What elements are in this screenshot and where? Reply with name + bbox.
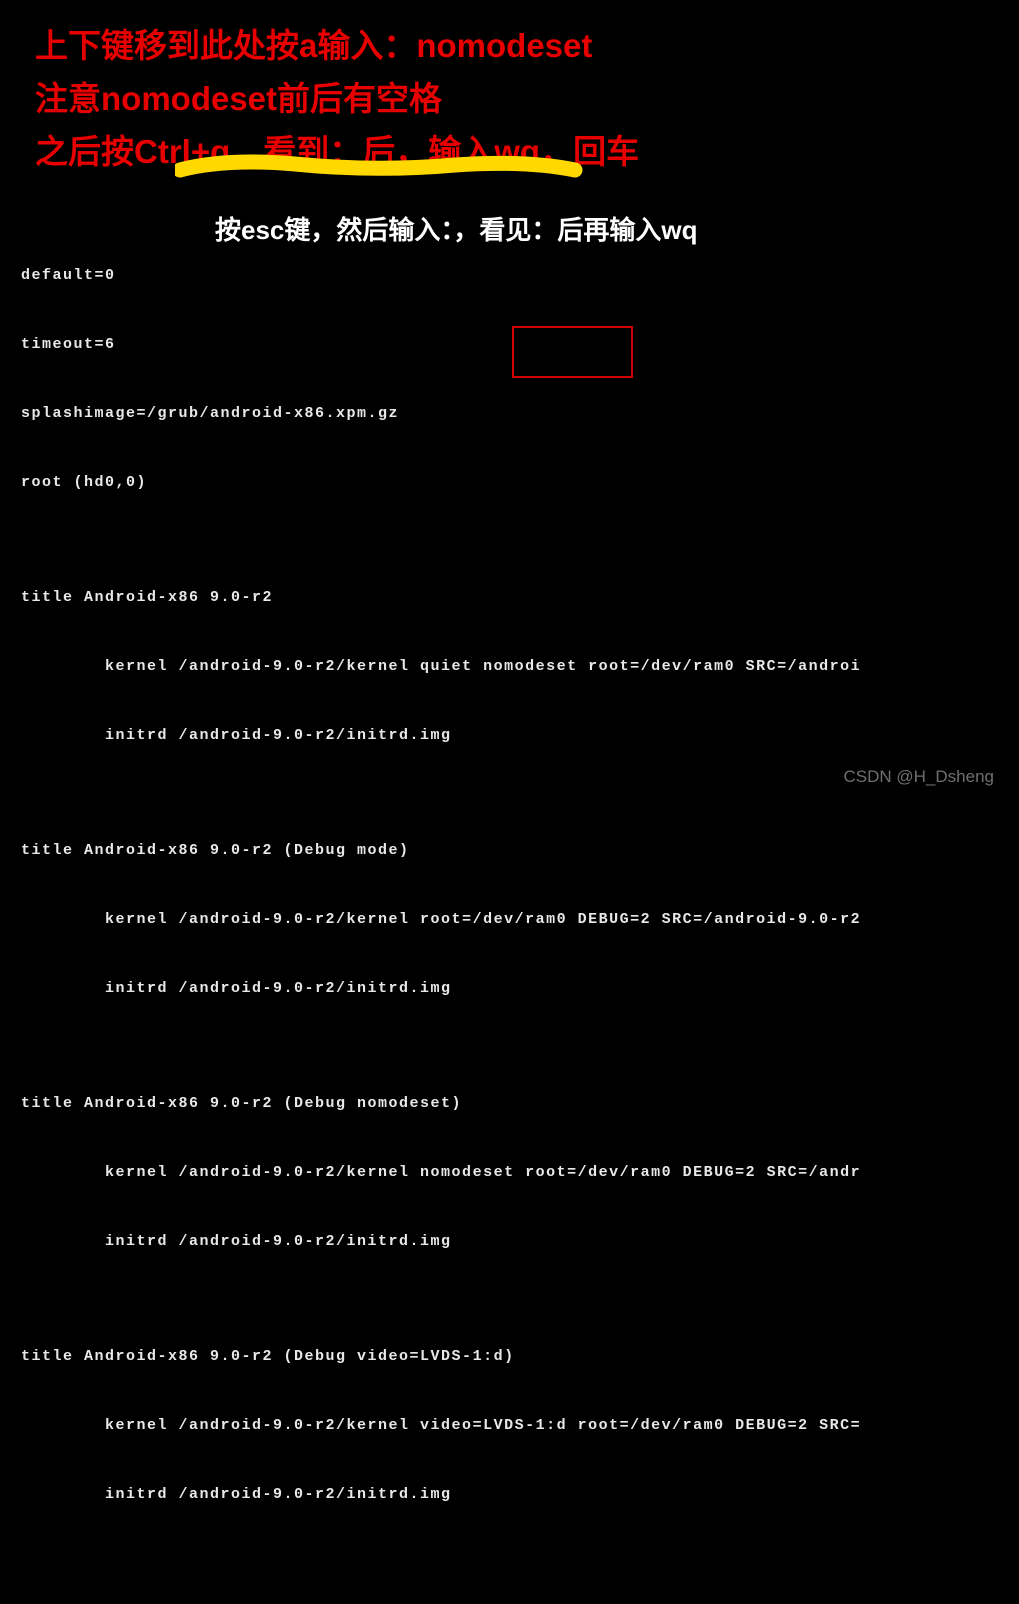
terminal-line: title Android-x86 9.0-r2 [21,586,861,609]
terminal-line: root (hd0,0) [21,471,861,494]
terminal-line: kernel /android-9.0-r2/kernel nomodeset … [21,1161,861,1184]
terminal-line: kernel /android-9.0-r2/kernel root=/dev/… [21,908,861,931]
terminal-line: splashimage=/grub/android-x86.xpm.gz [21,402,861,425]
red-annotation-block: 上下键移到此处按a输入：nomodeset 注意nomodeset前后有空格 之… [35,20,639,178]
terminal-line: ~ [21,1598,861,1604]
terminal-line: initrd /android-9.0-r2/initrd.img [21,1230,861,1253]
terminal-line: title Android-x86 9.0-r2 (Debug mode) [21,839,861,862]
annotation-line-2: 注意nomodeset前后有空格 [35,73,639,126]
annotation-line-3: 之后按Ctrl+q，看到：后，输入wq，回车 [35,126,639,179]
terminal-line: kernel /android-9.0-r2/kernel video=LVDS… [21,1414,861,1437]
terminal-line: default=0 [21,264,861,287]
terminal-line: timeout=6 [21,333,861,356]
terminal-line: title Android-x86 9.0-r2 (Debug nomodese… [21,1092,861,1115]
terminal-line: title Android-x86 9.0-r2 (Debug video=LV… [21,1345,861,1368]
terminal-output[interactable]: default=0 timeout=6 splashimage=/grub/an… [21,218,861,1604]
watermark-text: CSDN @H_Dsheng [844,767,994,787]
annotation-line-1: 上下键移到此处按a输入：nomodeset [35,20,639,73]
terminal-line: initrd /android-9.0-r2/initrd.img [21,724,861,747]
terminal-line: initrd /android-9.0-r2/initrd.img [21,1483,861,1506]
terminal-line: kernel /android-9.0-r2/kernel quiet nomo… [21,655,861,678]
terminal-line: initrd /android-9.0-r2/initrd.img [21,977,861,1000]
